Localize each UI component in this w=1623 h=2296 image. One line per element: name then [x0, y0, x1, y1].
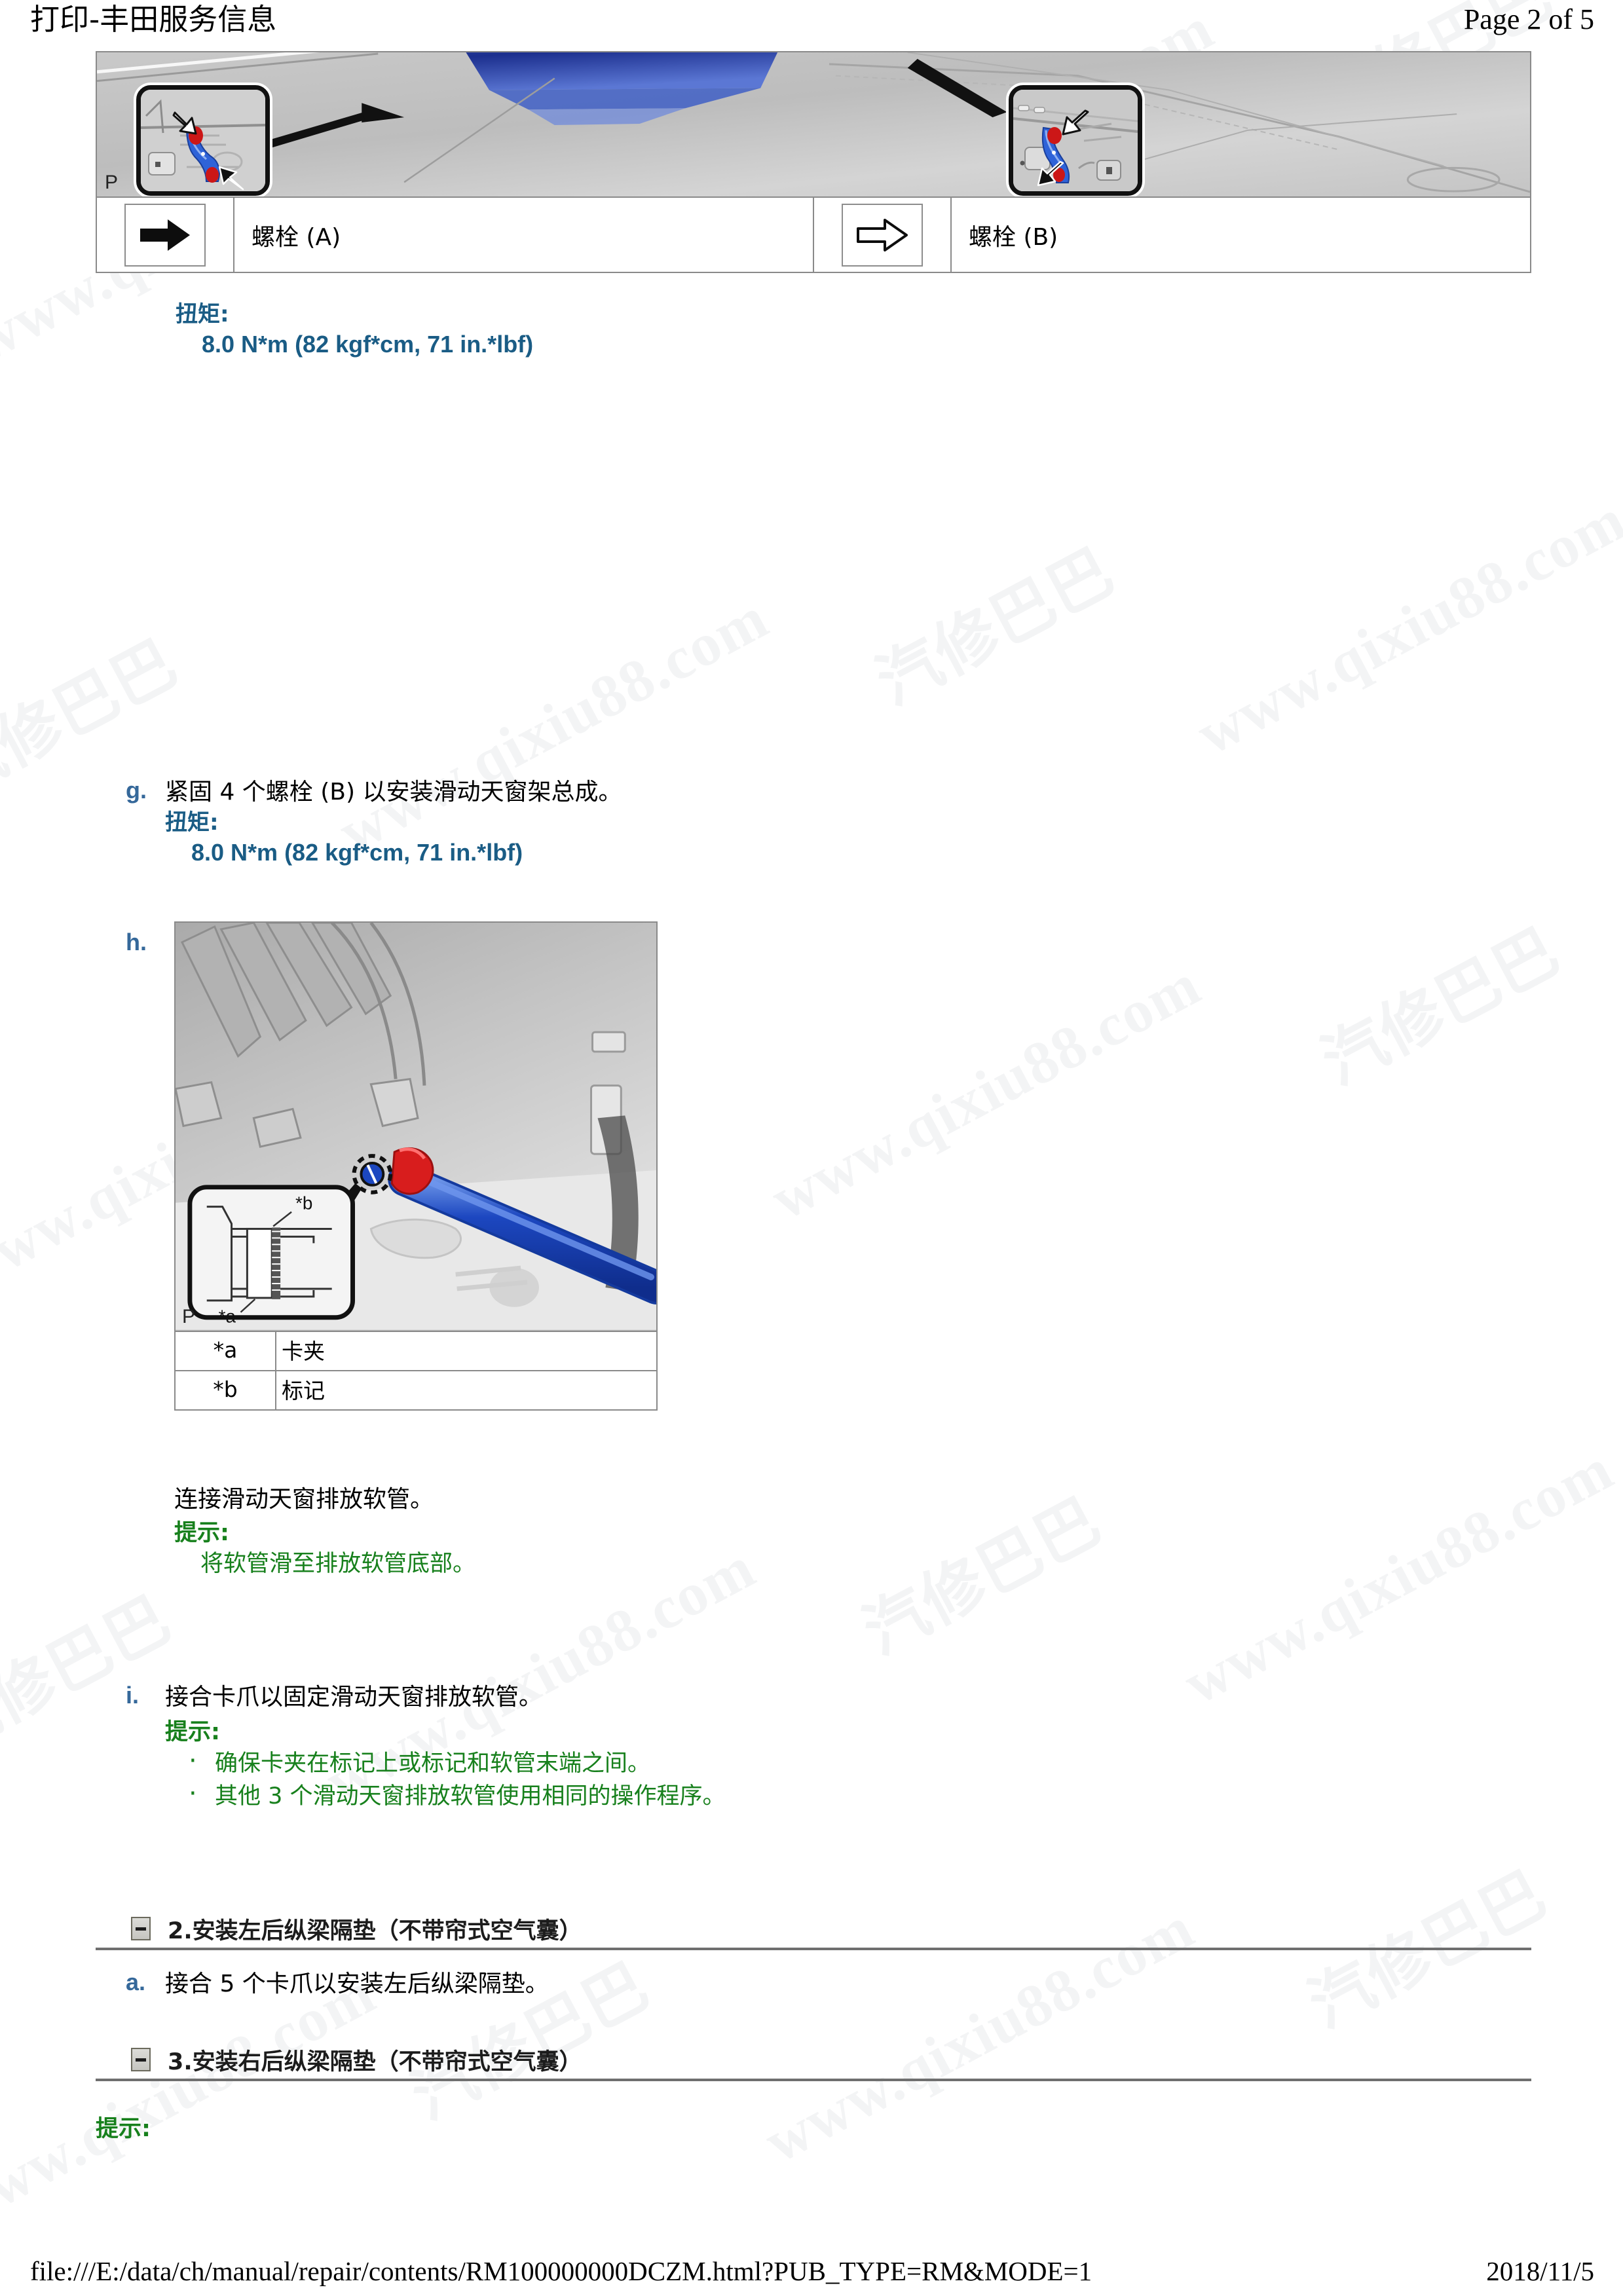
roof-outline-graphic [97, 52, 1530, 196]
figure2-corner-mark: P [182, 1306, 196, 1327]
hollow-arrow-icon [1062, 109, 1089, 136]
hollow-arrow-icon [172, 111, 197, 135]
page-title: 打印-丰田服务信息 [30, 2, 277, 37]
svg-text:*b: *b [295, 1193, 312, 1213]
watermark-text: www.qixiu88.com [0, 1959, 386, 2241]
torque-label: 扭矩: [165, 809, 219, 836]
figure1-corner-mark: P [105, 172, 119, 193]
section-title: 2.安装左后纵梁隔垫（不带帘式空气囊） [168, 1917, 582, 1944]
solid-arrow-icon [1037, 160, 1064, 187]
watermark-text: www.qixiu88.com [760, 950, 1212, 1232]
torque-label: 扭矩: [176, 301, 229, 327]
step-i-marker: i. [126, 1682, 140, 1709]
footer-url: file:///E:/data/ch/manual/repair/content… [30, 2256, 1092, 2286]
section-header-2[interactable]: 2.安装左后纵梁隔垫（不带帘式空气囊） [96, 1910, 1531, 1950]
legend-label-text: 螺栓 (A) [252, 223, 341, 251]
callout-left-graphic [141, 90, 265, 191]
page-footer: file:///E:/data/ch/manual/repair/content… [0, 2255, 1623, 2287]
figure-drain-hose-clamp: *b *a P [174, 921, 658, 1331]
torque-block-step-g: 扭矩: 8.0 N*m (82 kgf*cm, 71 in.*lbf) [165, 808, 622, 867]
solid-arrow-icon [140, 219, 190, 251]
watermark-text: 汽修巴巴 [1310, 914, 1572, 1100]
step-i-row: i. 接合卡爪以固定滑动天窗排放软管。 提示: 确保卡夹在标记上或标记和软管末端… [126, 1682, 726, 1813]
hint-text: 将软管滑至排放软管底部。 [200, 1551, 476, 1577]
list-item: 其他 3 个滑动天窗排放软管使用相同的操作程序。 [189, 1777, 726, 1813]
torque-value: 8.0 N*m (82 kgf*cm, 71 in.*lbf) [202, 331, 534, 358]
page-header: 打印-丰田服务信息 Page 2 of 5 [0, 0, 1623, 51]
annotation-key: *b [174, 1370, 276, 1411]
step-i-body: 接合卡爪以固定滑动天窗排放软管。 提示: 确保卡夹在标记上或标记和软管末端之间。… [165, 1682, 726, 1813]
step-h-text-block: 连接滑动天窗排放软管。 提示: 将软管滑至排放软管底部。 [174, 1484, 476, 1580]
annotation-key-table: *a 卡夹 *b 标记 [174, 1331, 658, 1411]
legend-icon-cell-b [814, 198, 952, 272]
watermark-text: www.qixiu88.com [1185, 485, 1623, 768]
watermark-text: www.qixiu88.com [1172, 1435, 1623, 1717]
legend-table: 螺栓 (A) 螺栓 (B) [96, 196, 1531, 273]
hint-label: 提示: [174, 1520, 229, 1546]
svg-text:*a: *a [219, 1306, 236, 1327]
legend-label-cell-b: 螺栓 (B) [952, 198, 1530, 272]
solid-arrow-swatch [124, 203, 206, 267]
footer-date: 2018/11/5 [1486, 2256, 1594, 2286]
torque-block-top: 扭矩: 8.0 N*m (82 kgf*cm, 71 in.*lbf) [176, 300, 533, 359]
step-a-marker: a. [126, 1969, 146, 1995]
callout-left-detail [136, 85, 270, 196]
step-g-body: 紧固 4 个螺栓 (B) 以安装滑动天窗架总成。 扭矩: 8.0 N*m (82… [165, 777, 622, 867]
legend-label-cell-a: 螺栓 (A) [234, 198, 814, 272]
page-number-label: Page 2 of 5 [1463, 3, 1594, 35]
step-g-text: 紧固 4 个螺栓 (B) 以安装滑动天窗架总成。 [165, 779, 622, 805]
step-h-text: 连接滑动天窗排放软管。 [174, 1486, 434, 1513]
table-row: *b 标记 [174, 1370, 658, 1411]
hint-bullet-list: 确保卡夹在标记上或标记和软管末端之间。 其他 3 个滑动天窗排放软管使用相同的操… [165, 1745, 726, 1813]
collapse-minus-icon[interactable] [131, 1917, 151, 1940]
annotation-value: 卡夹 [275, 1331, 658, 1371]
figure1-photo [97, 52, 1530, 196]
section2-step-a-row: a. 接合 5 个卡爪以安装左后纵梁隔垫。 [126, 1969, 549, 2000]
callout-right-graphic [1013, 90, 1138, 191]
annotation-key: *a [174, 1331, 276, 1371]
legend-label-text: 螺栓 (B) [969, 223, 1058, 251]
hollow-arrow-icon [857, 218, 908, 251]
section-header-3[interactable]: 3.安装右后纵梁隔垫（不带帘式空气囊） [96, 2041, 1531, 2081]
torque-value: 8.0 N*m (82 kgf*cm, 71 in.*lbf) [191, 839, 523, 866]
figure-sunroof-frame-bolts: P [96, 51, 1531, 196]
legend-icon-cell-a [97, 198, 234, 272]
hollow-arrow-swatch [842, 203, 923, 267]
hint-label: 提示: [165, 1719, 220, 1745]
step-g-marker: g. [126, 777, 147, 804]
solid-arrow-icon [218, 166, 244, 191]
step-h-marker: h. [126, 929, 147, 955]
watermark-text: 汽修巴巴 [400, 1948, 662, 2134]
watermark-text: 汽修巴巴 [851, 1483, 1113, 1669]
list-item: 确保卡夹在标记上或标记和软管末端之间。 [189, 1745, 726, 1780]
collapse-minus-icon[interactable] [131, 2048, 151, 2071]
section3-hint-label: 提示: [96, 2116, 151, 2142]
annotation-value: 标记 [275, 1370, 658, 1411]
callout-right-detail [1009, 85, 1142, 196]
watermark-text: 汽修巴巴 [865, 534, 1127, 720]
table-row: *a 卡夹 [174, 1331, 658, 1371]
step-i-text: 接合卡爪以固定滑动天窗排放软管。 [165, 1684, 543, 1711]
step-g-row: g. 紧固 4 个螺栓 (B) 以安装滑动天窗架总成。 扭矩: 8.0 N*m … [126, 777, 622, 867]
figure2-photo: *b *a [176, 923, 656, 1330]
step-a-text: 接合 5 个卡爪以安装左后纵梁隔垫。 [165, 1971, 549, 1997]
section-title: 3.安装右后纵梁隔垫（不带帘式空气囊） [168, 2048, 582, 2075]
